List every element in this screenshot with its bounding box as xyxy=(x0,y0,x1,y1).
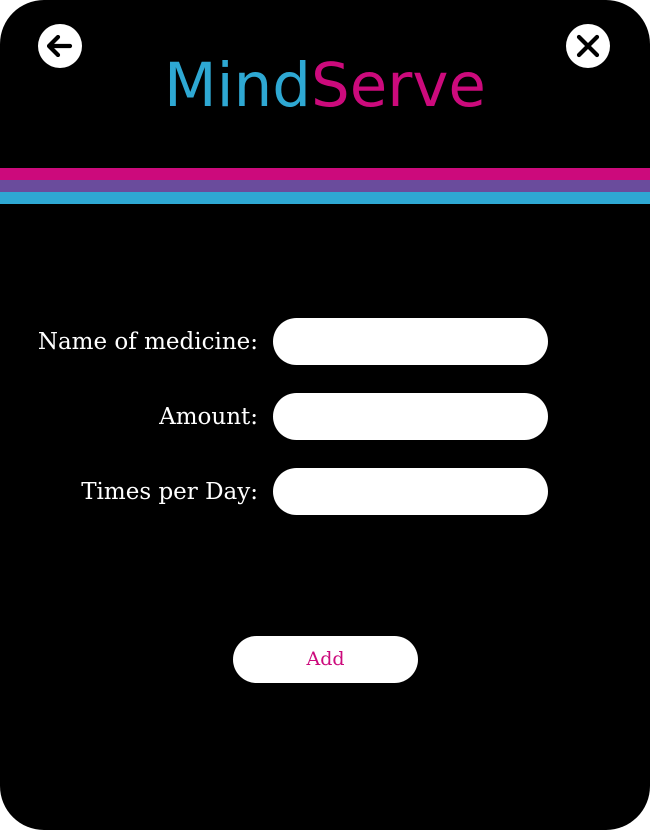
times-per-day-input[interactable] xyxy=(273,468,548,515)
add-button[interactable]: Add xyxy=(233,636,418,683)
header-stripe-blue xyxy=(0,192,650,204)
header-stripe-purple xyxy=(0,180,650,192)
app-window: MindServe Name of medicine: Amount: Time… xyxy=(0,0,650,830)
amount-label: Amount: xyxy=(159,404,258,430)
logo-text-mind: Mind xyxy=(164,50,311,121)
amount-input[interactable] xyxy=(273,393,548,440)
times-per-day-label: Times per Day: xyxy=(81,479,258,505)
medicine-name-input[interactable] xyxy=(273,318,548,365)
header-stripe-magenta xyxy=(0,168,650,180)
medicine-name-label: Name of medicine: xyxy=(37,329,258,355)
logo-text-serve: Serve xyxy=(311,50,486,121)
app-logo: MindServe xyxy=(0,50,650,122)
